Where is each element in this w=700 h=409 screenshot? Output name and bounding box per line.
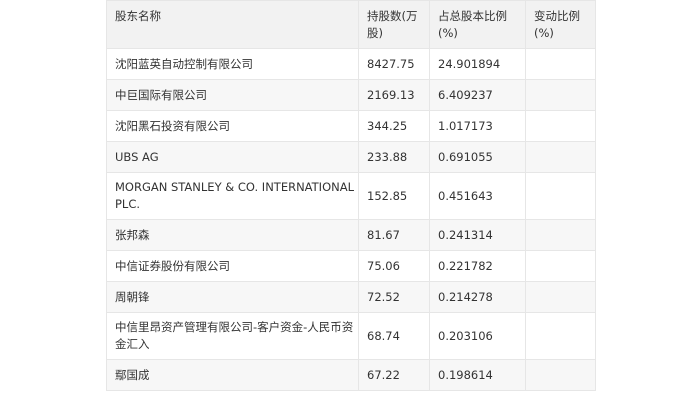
cell-shares: 2169.13 <box>358 79 430 111</box>
cell-shares: 152.85 <box>358 172 430 220</box>
table-row: UBS AG 233.88 0.691055 <box>106 141 596 173</box>
cell-shares: 67.22 <box>358 359 430 391</box>
cell-ratio: 0.241314 <box>429 219 526 251</box>
cell-name: 中巨国际有限公司 <box>106 79 359 111</box>
cell-name: 中信证券股份有限公司 <box>106 250 359 282</box>
cell-change <box>525 219 596 251</box>
cell-ratio: 0.214278 <box>429 281 526 313</box>
cell-change <box>525 281 596 313</box>
cell-change <box>525 79 596 111</box>
cell-change <box>525 110 596 142</box>
cell-name: MORGAN STANLEY & CO. INTERNATIONAL PLC. <box>106 172 359 220</box>
shareholder-table: 股东名称 持股数(万股) 占总股本比例(%) 变动比例(%) 沈阳蓝英自动控制有… <box>106 0 596 391</box>
cell-shares: 8427.75 <box>358 48 430 80</box>
cell-shares: 75.06 <box>358 250 430 282</box>
table-row: 沈阳黑石投资有限公司 344.25 1.017173 <box>106 110 596 142</box>
cell-name: 鄢国成 <box>106 359 359 391</box>
header-shareholder-name: 股东名称 <box>106 0 359 49</box>
table-row: 中信证券股份有限公司 75.06 0.221782 <box>106 250 596 282</box>
header-change: 变动比例(%) <box>525 0 596 49</box>
table-header: 股东名称 持股数(万股) 占总股本比例(%) 变动比例(%) <box>106 0 596 49</box>
cell-name: 张邦森 <box>106 219 359 251</box>
table-body: 沈阳蓝英自动控制有限公司 8427.75 24.901894 中巨国际有限公司 … <box>106 48 596 391</box>
table-row: 张邦森 81.67 0.241314 <box>106 219 596 251</box>
header-shares: 持股数(万股) <box>358 0 430 49</box>
table-row: 中信里昂资产管理有限公司-客户资金-人民币资金汇入 68.74 0.203106 <box>106 312 596 360</box>
cell-change <box>525 141 596 173</box>
table-row: 沈阳蓝英自动控制有限公司 8427.75 24.901894 <box>106 48 596 80</box>
cell-shares: 233.88 <box>358 141 430 173</box>
cell-ratio: 0.203106 <box>429 312 526 360</box>
cell-change <box>525 48 596 80</box>
cell-ratio: 0.198614 <box>429 359 526 391</box>
cell-change <box>525 359 596 391</box>
cell-ratio: 0.691055 <box>429 141 526 173</box>
cell-name: 中信里昂资产管理有限公司-客户资金-人民币资金汇入 <box>106 312 359 360</box>
cell-name: UBS AG <box>106 141 359 173</box>
cell-shares: 81.67 <box>358 219 430 251</box>
table-row: 鄢国成 67.22 0.198614 <box>106 359 596 391</box>
table-row: 周朝锋 72.52 0.214278 <box>106 281 596 313</box>
cell-ratio: 1.017173 <box>429 110 526 142</box>
cell-name: 沈阳黑石投资有限公司 <box>106 110 359 142</box>
cell-name: 沈阳蓝英自动控制有限公司 <box>106 48 359 80</box>
table-row: MORGAN STANLEY & CO. INTERNATIONAL PLC. … <box>106 172 596 220</box>
cell-ratio: 0.451643 <box>429 172 526 220</box>
shareholder-table-container: 股东名称 持股数(万股) 占总股本比例(%) 变动比例(%) 沈阳蓝英自动控制有… <box>106 0 596 391</box>
cell-change <box>525 312 596 360</box>
cell-shares: 72.52 <box>358 281 430 313</box>
table-row: 中巨国际有限公司 2169.13 6.409237 <box>106 79 596 111</box>
cell-change <box>525 172 596 220</box>
cell-shares: 68.74 <box>358 312 430 360</box>
cell-ratio: 0.221782 <box>429 250 526 282</box>
cell-shares: 344.25 <box>358 110 430 142</box>
cell-ratio: 24.901894 <box>429 48 526 80</box>
header-row: 股东名称 持股数(万股) 占总股本比例(%) 变动比例(%) <box>106 0 596 49</box>
cell-ratio: 6.409237 <box>429 79 526 111</box>
cell-name: 周朝锋 <box>106 281 359 313</box>
cell-change <box>525 250 596 282</box>
header-ratio: 占总股本比例(%) <box>429 0 526 49</box>
